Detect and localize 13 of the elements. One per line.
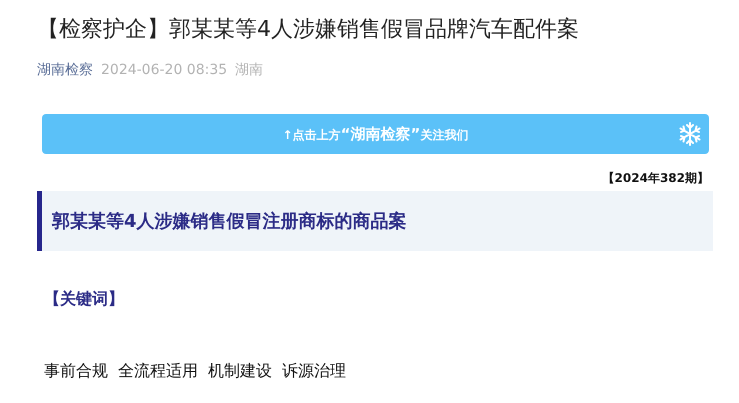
location-label: 湖南: [235, 61, 264, 80]
article-title: 【检察护企】郭某某等4人涉嫌销售假冒品牌汽车配件案: [37, 16, 580, 44]
keyword: 诉源治理: [282, 360, 346, 382]
case-heading: 郭某某等4人涉嫌销售假冒注册商标的商品案: [52, 210, 407, 234]
keyword: 全流程适用: [118, 360, 198, 382]
keywords-label: 【关键词】: [44, 289, 124, 308]
issue-label: 【2024年382期】: [602, 171, 709, 185]
publish-date: 2024-06-20 08:35: [101, 61, 228, 80]
keyword: 机制建设: [208, 360, 272, 382]
follow-prompt: ↑点击上方“湖南检察”关注我们: [282, 124, 468, 145]
account-link[interactable]: 湖南检察: [37, 60, 93, 81]
keyword: 事前合规: [44, 360, 108, 382]
snowflake-icon: [677, 121, 703, 147]
